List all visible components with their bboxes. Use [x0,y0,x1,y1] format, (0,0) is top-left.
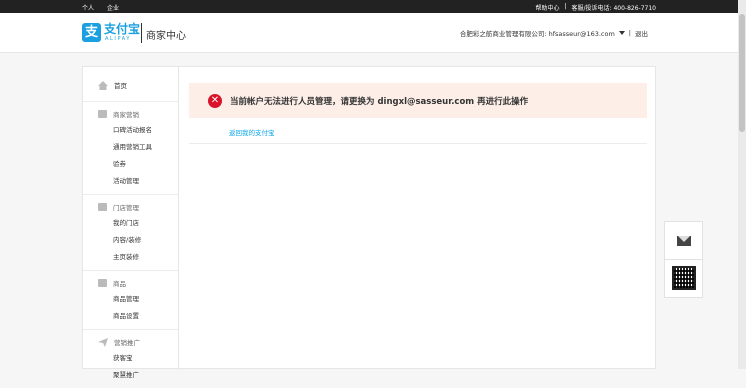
main-panel: 首页 商家营销 口碑活动报名 通用营销工具 验券 活动管理 门店管理 我的门店 … [82,66,657,379]
sidebar-item-koubei-signup[interactable]: 口碑活动报名 [83,122,178,139]
section-label: 商家营销 [113,111,139,119]
sidebar-item-juhui-promo[interactable]: 聚慧推广 [83,367,178,384]
qr-code-icon[interactable] [671,266,696,290]
header: 支 支付宝 ALIPAY 商家中心 合肥彩之舫商业管理有限公司: hfsasse… [0,13,738,53]
sidebar-section-product: 商品 [83,275,178,291]
marketing-icon [98,110,107,118]
page-title: 商家中心 [146,31,186,42]
content-area: ✕ 当前帐户无法进行人员管理，请更换为 dingxl@sasseur.com 再… [179,67,657,370]
separator: | [628,29,631,37]
alipay-logo-icon[interactable]: 支 [82,23,101,42]
nav-group-store: 门店管理 我的门店 内容/装修 主页装修 [83,195,178,271]
sidebar-item-marketing-tools[interactable]: 通用营销工具 [83,139,178,156]
scrollbar[interactable] [738,0,746,369]
section-label: 商品 [113,280,126,288]
sidebar-item-huokebao[interactable]: 获客宝 [83,350,178,367]
sidebar-item-home-decor[interactable]: 主页装修 [83,249,178,266]
alert-message: 当前帐户无法进行人员管理，请更换为 dingxl@sasseur.com 再进行… [230,96,529,107]
divider [189,143,647,144]
sidebar-section-marketing: 商家营销 [83,106,178,122]
scrollbar-thumb[interactable] [739,14,745,132]
back-to-alipay-link[interactable]: 返回我的支付宝 [229,127,275,137]
mail-icon [676,235,691,246]
chevron-down-icon[interactable] [618,31,625,35]
error-alert: ✕ 当前帐户无法进行人员管理，请更换为 dingxl@sasseur.com 再… [189,83,647,118]
logo-subtext: ALIPAY [105,36,132,42]
sidebar-item-product-settings[interactable]: 商品设置 [83,308,178,325]
sidebar-section-store: 门店管理 [83,199,178,215]
top-bar-right: 帮助中心 | 客服/投诉电话: 400-826-7710 [535,3,656,12]
floating-toolbar [664,221,703,298]
nav-group-marketing: 商家营销 口碑活动报名 通用营销工具 验券 活动管理 [83,102,178,195]
nav-group-promotion: 营销推广 获客宝 聚慧推广 [83,330,178,388]
error-icon: ✕ [208,93,222,108]
sidebar-item-product-manage[interactable]: 商品管理 [83,291,178,308]
nav-group-home: 首页 [83,67,178,102]
section-label: 门店管理 [113,204,139,212]
top-bar-left: 个人 企业 [82,3,119,12]
nav-group-product: 商品 商品管理 商品设置 [83,271,178,330]
sidebar-item-activity-manage[interactable]: 活动管理 [83,173,178,190]
sidebar-section-promotion: 营销推广 [83,334,178,350]
logo-divider [141,23,142,43]
personal-link[interactable]: 个人 [82,3,94,12]
logout-link[interactable]: 退出 [635,28,648,38]
sidebar: 首页 商家营销 口碑活动报名 通用营销工具 验券 活动管理 门店管理 我的门店 … [83,67,179,379]
hotline-text: 客服/投诉电话: 400-826-7710 [571,5,656,12]
sidebar-item-home[interactable]: 首页 [83,77,178,93]
product-icon [98,279,107,287]
sidebar-item-my-store[interactable]: 我的门店 [83,215,178,232]
help-center-link[interactable]: 帮助中心 [535,3,559,12]
home-icon [98,80,108,90]
logo-text: 支付宝 [104,22,141,36]
account-area: 合肥彩之舫商业管理有限公司: hfsasseur@163.com | 退出 [460,28,648,38]
sidebar-item-label: 首页 [114,82,127,90]
top-bar: 个人 企业 帮助中心 | 客服/投诉电话: 400-826-7710 [0,0,746,13]
store-icon [98,203,107,211]
enterprise-link[interactable]: 企业 [107,3,119,12]
send-icon [98,337,108,347]
section-label: 营销推广 [114,339,140,347]
account-name[interactable]: 合肥彩之舫商业管理有限公司: hfsasseur@163.com [460,28,615,38]
separator: | [564,3,567,10]
sidebar-item-content-decor[interactable]: 内容/装修 [83,232,178,249]
feedback-button[interactable] [665,222,702,260]
sidebar-item-verify-coupon[interactable]: 验券 [83,156,178,173]
